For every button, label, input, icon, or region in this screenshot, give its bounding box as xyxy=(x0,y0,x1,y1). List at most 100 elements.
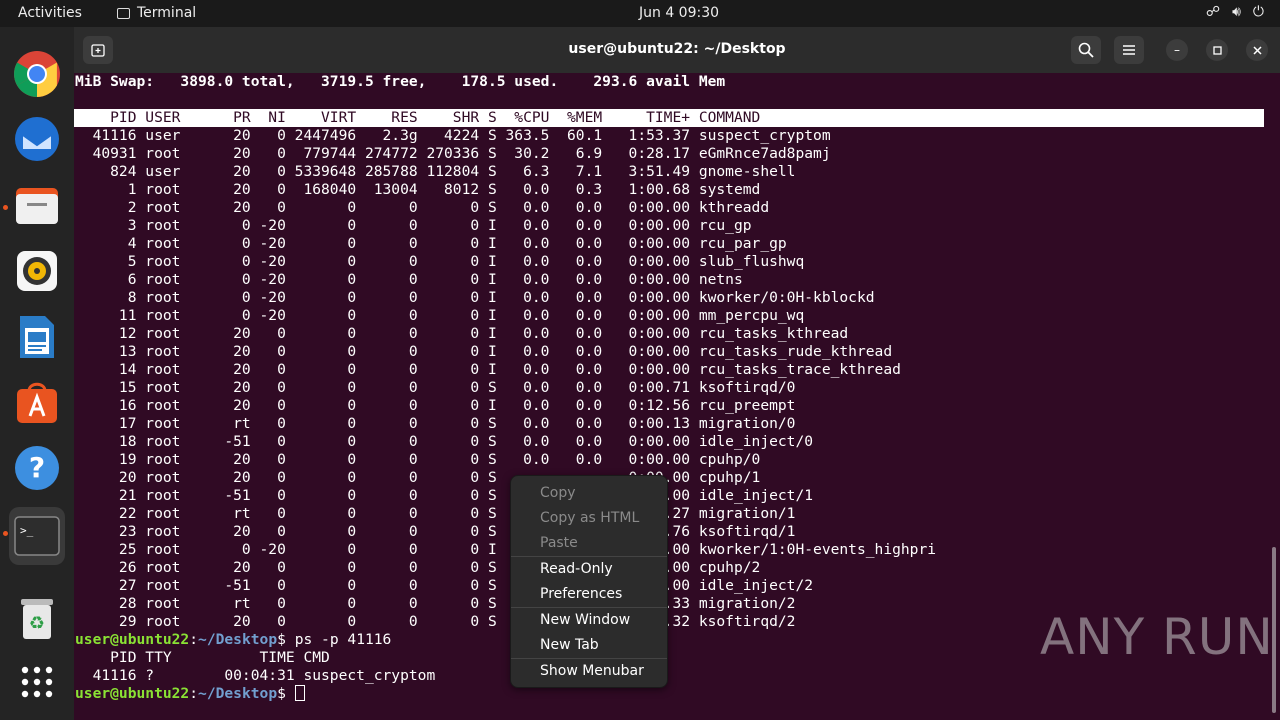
minimize-button[interactable]: – xyxy=(1166,39,1188,61)
running-indicator-terminal xyxy=(3,531,8,536)
clock[interactable]: Jun 4 09:30 xyxy=(639,5,719,21)
text-cursor xyxy=(294,685,305,701)
context-menu: Copy Copy as HTML Paste Read-Only Prefer… xyxy=(510,475,668,688)
process-row: 8 root 0 -20 0 0 0 I 0.0 0.0 0:00.00 kwo… xyxy=(75,289,875,306)
maximize-icon xyxy=(1212,45,1222,55)
minimize-icon: – xyxy=(1174,43,1180,57)
volume-icon: 🔊︎ xyxy=(1232,4,1241,20)
terminal-launcher[interactable]: >_ xyxy=(9,507,65,565)
rhythmbox-icon xyxy=(17,251,57,291)
svg-text:?: ? xyxy=(29,451,45,484)
process-row: 41116 user 20 0 2447496 2.3g 4224 S 363.… xyxy=(75,127,831,144)
close-icon xyxy=(1252,45,1262,55)
prompt-dollar: $ xyxy=(277,631,295,648)
ps-result-line: 41116 ? 00:04:31 suspect_cryptom xyxy=(75,667,436,684)
prompt-user: user@ubuntu22 xyxy=(75,685,190,702)
process-row: 1 root 20 0 168040 13004 8012 S 0.0 0.3 … xyxy=(75,181,761,198)
app-menu[interactable]: Terminal xyxy=(117,5,196,21)
process-row: 21 root -51 0 0 0 0 S 0:00.00 idle_injec… xyxy=(75,487,814,504)
app-name: Terminal xyxy=(137,5,197,21)
menu-button[interactable] xyxy=(1114,36,1144,64)
process-row: 17 root rt 0 0 0 0 S 0.0 0.0 0:00.13 mig… xyxy=(75,415,796,432)
prompt-user: user@ubuntu22 xyxy=(75,631,190,648)
menu-item-copy[interactable]: Copy xyxy=(540,485,576,501)
writer-launcher[interactable] xyxy=(9,309,65,365)
dock: ? >_ ♻ xyxy=(0,27,74,720)
process-row: 13 root 20 0 0 0 0 I 0.0 0.0 0:00.00 rcu… xyxy=(75,343,893,360)
command-text: ps -p 41116 xyxy=(294,631,392,648)
header-bar: user@ubuntu22: ~/Desktop – xyxy=(74,27,1280,73)
hamburger-icon xyxy=(1123,45,1135,55)
menu-item-show-menubar[interactable]: Show Menubar xyxy=(540,663,644,679)
process-row: 16 root 20 0 0 0 0 I 0.0 0.0 0:12.56 rcu… xyxy=(75,397,796,414)
thunderbird-launcher[interactable] xyxy=(9,111,65,167)
process-row: 5 root 0 -20 0 0 0 I 0.0 0.0 0:00.00 slu… xyxy=(75,253,805,270)
process-row: 14 root 20 0 0 0 0 I 0.0 0.0 0:00.00 rcu… xyxy=(75,361,901,378)
help-icon: ? xyxy=(15,446,59,490)
files-launcher[interactable] xyxy=(9,177,65,233)
process-row: 12 root 20 0 0 0 0 I 0.0 0.0 0:00.00 rcu… xyxy=(75,325,849,342)
process-row: 20 root 20 0 0 0 0 S 0:00.00 cpuhp/1 xyxy=(75,469,761,486)
menu-item-new-window[interactable]: New Window xyxy=(540,612,630,628)
libreoffice-writer-icon xyxy=(20,316,54,358)
app-grid-icon xyxy=(21,666,53,698)
close-button[interactable] xyxy=(1246,39,1268,61)
menu-item-read-only[interactable]: Read-Only xyxy=(540,561,613,577)
menu-item-preferences[interactable]: Preferences xyxy=(540,586,622,602)
svg-text:>_: >_ xyxy=(20,524,34,537)
running-indicator xyxy=(3,205,8,210)
chrome-launcher[interactable] xyxy=(9,46,65,102)
menu-item-paste[interactable]: Paste xyxy=(540,535,578,551)
top-bar: Activities Terminal Jun 4 09:30 ☍ 🔊︎ ⏻ xyxy=(0,0,1280,27)
maximize-button[interactable] xyxy=(1206,39,1228,61)
process-row: 19 root 20 0 0 0 0 S 0.0 0.0 0:00.00 cpu… xyxy=(75,451,761,468)
process-row: 40931 root 20 0 779744 274772 270336 S 3… xyxy=(75,145,831,162)
system-tray[interactable]: ☍ 🔊︎ ⏻ xyxy=(1206,4,1264,20)
menu-item-new-tab[interactable]: New Tab xyxy=(540,637,599,653)
help-launcher[interactable]: ? xyxy=(9,440,65,496)
prompt-path: ~/Desktop xyxy=(198,631,278,648)
prompt-separator: : xyxy=(189,685,199,702)
process-row: 11 root 0 -20 0 0 0 I 0.0 0.0 0:00.00 mm… xyxy=(75,307,805,324)
menu-separator xyxy=(511,556,667,557)
process-row: 6 root 0 -20 0 0 0 I 0.0 0.0 0:00.00 net… xyxy=(75,271,743,288)
search-button[interactable] xyxy=(1071,36,1101,64)
process-row: 23 root 20 0 0 0 0 S 0:00.76 ksoftirqd/1 xyxy=(75,523,796,540)
active-prompt-line: user@ubuntu22:~/Desktop$ xyxy=(74,685,1280,703)
process-row: 27 root -51 0 0 0 0 S 0:00.00 idle_injec… xyxy=(75,577,814,594)
prompt-separator: : xyxy=(189,631,199,648)
process-row: 22 root rt 0 0 0 0 S 0:00.27 migration/1 xyxy=(75,505,796,522)
search-icon xyxy=(1078,42,1094,58)
rhythmbox-launcher[interactable] xyxy=(9,243,65,299)
trash-icon: ♻ xyxy=(21,599,53,639)
ubuntu-software-icon xyxy=(17,382,57,423)
process-table-header: PID USER PR NI VIRT RES SHR S %CPU %MEM … xyxy=(74,109,1264,127)
power-icon: ⏻ xyxy=(1252,4,1264,20)
process-row: 25 root 0 -20 0 0 0 I 0:00.00 kworker/1:… xyxy=(75,541,937,558)
activities-button[interactable]: Activities xyxy=(18,5,82,21)
prompt-path: ~/Desktop xyxy=(198,685,278,702)
process-row: 26 root 20 0 0 0 0 S 0:00.00 cpuhp/2 xyxy=(75,559,761,576)
show-apps-button[interactable] xyxy=(9,654,65,710)
process-row: 15 root 20 0 0 0 0 S 0.0 0.0 0:00.71 kso… xyxy=(75,379,796,396)
network-icon: ☍ xyxy=(1205,4,1221,20)
prompt-dollar: $ xyxy=(277,685,295,702)
process-row: 2 root 20 0 0 0 0 S 0.0 0.0 0:00.00 kthr… xyxy=(75,199,770,216)
folder-icon xyxy=(16,188,58,224)
software-launcher[interactable] xyxy=(9,374,65,430)
terminal-app-icon xyxy=(117,7,130,19)
svg-text:♻: ♻ xyxy=(29,613,45,634)
swap-summary-line: MiB Swap: 3898.0 total, 3719.5 free, 178… xyxy=(75,73,726,90)
thunderbird-icon xyxy=(15,117,59,161)
anyrun-watermark: ANY RUN xyxy=(1040,608,1274,666)
process-row: 3 root 0 -20 0 0 0 I 0.0 0.0 0:00.00 rcu… xyxy=(75,217,752,234)
menu-separator xyxy=(511,607,667,608)
process-row: 824 user 20 0 5339648 285788 112804 S 6.… xyxy=(75,163,796,180)
trash-launcher[interactable]: ♻ xyxy=(9,590,65,646)
menu-item-copy-as-html[interactable]: Copy as HTML xyxy=(540,510,639,526)
process-row: 4 root 0 -20 0 0 0 I 0.0 0.0 0:00.00 rcu… xyxy=(75,235,787,252)
process-table: 41116 user 20 0 2447496 2.3g 4224 S 363.… xyxy=(74,127,1280,631)
menu-separator xyxy=(511,658,667,659)
terminal-icon: >_ xyxy=(14,516,60,556)
